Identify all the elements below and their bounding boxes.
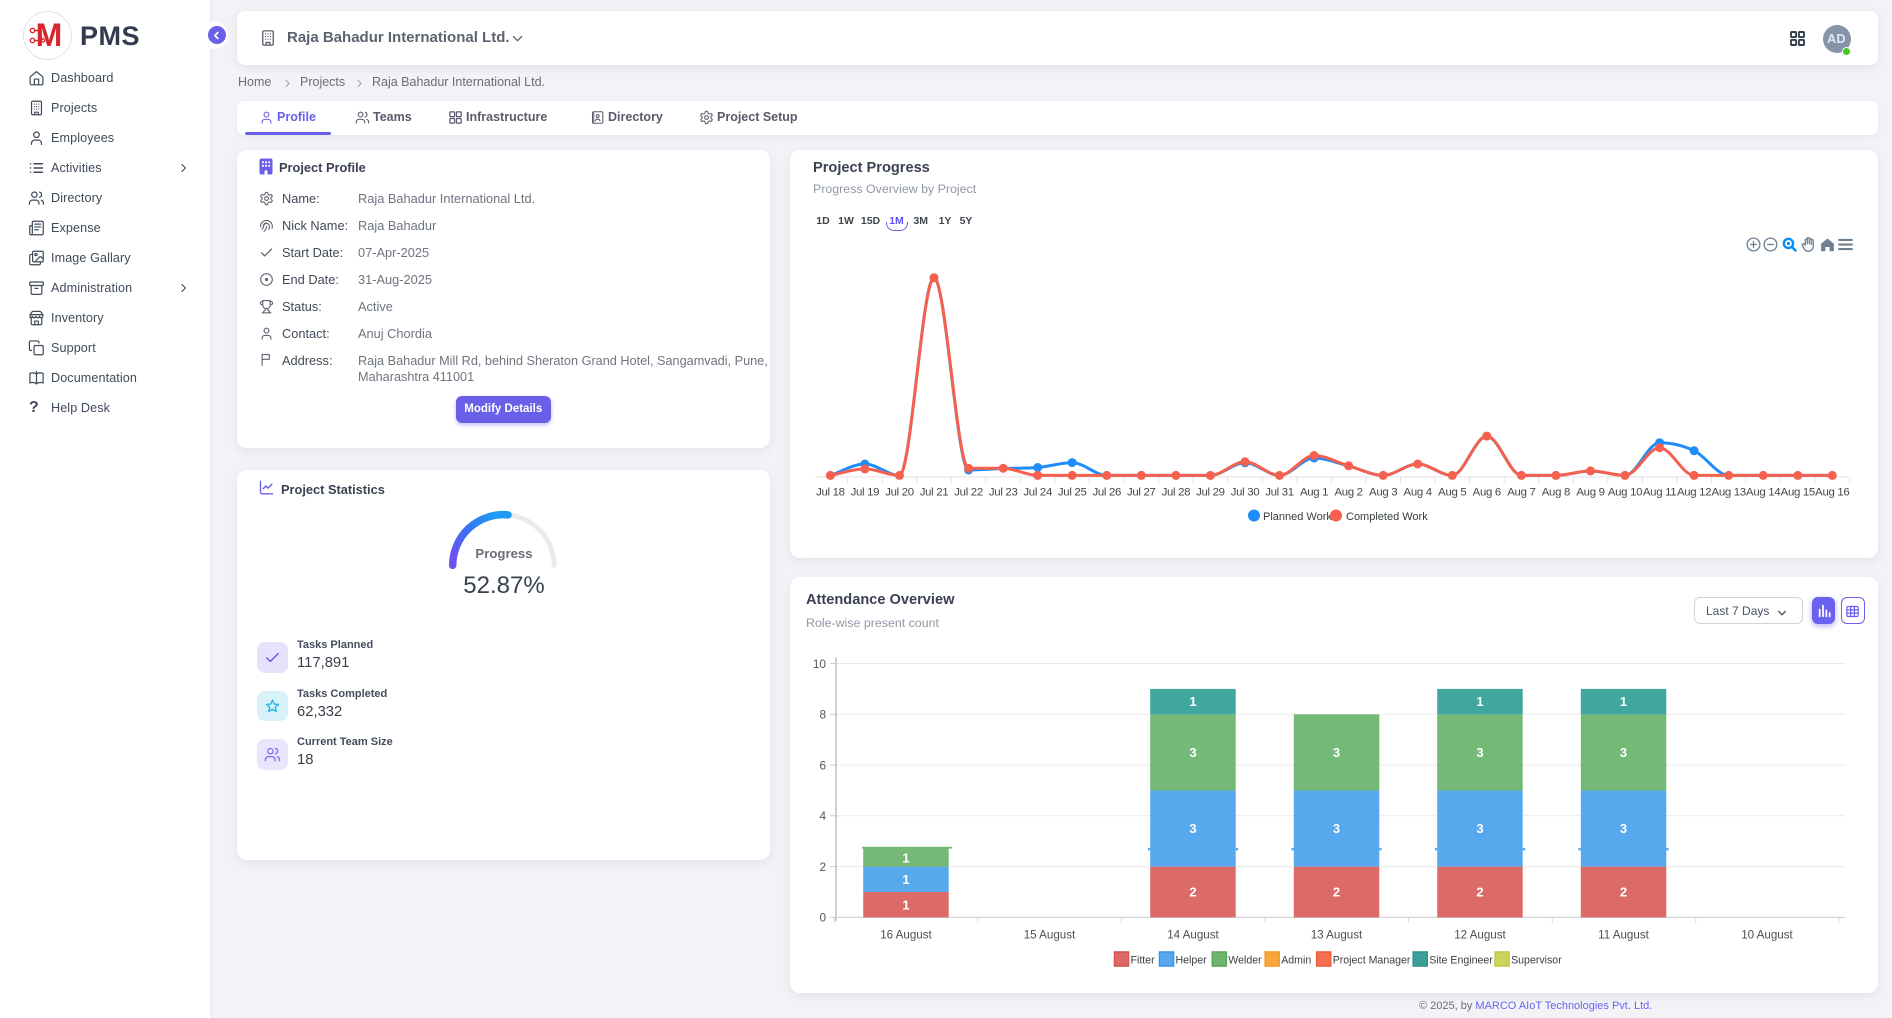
svg-text:Jul 25: Jul 25 — [1058, 487, 1087, 499]
svg-text:8: 8 — [819, 708, 826, 722]
svg-text:Aug 9: Aug 9 — [1576, 487, 1604, 499]
svg-text:3: 3 — [1620, 745, 1627, 760]
svg-text:Completed Work: Completed Work — [1346, 511, 1428, 523]
svg-text:Welder: Welder — [1228, 955, 1262, 967]
svg-text:Jul 24: Jul 24 — [1023, 487, 1052, 499]
svg-text:3: 3 — [1620, 821, 1627, 836]
svg-text:10 August: 10 August — [1741, 929, 1793, 942]
svg-text:Jul 22: Jul 22 — [954, 487, 983, 499]
svg-text:6: 6 — [819, 758, 826, 772]
svg-text:1: 1 — [1620, 694, 1627, 709]
svg-text:11 August: 11 August — [1598, 929, 1649, 942]
svg-text:Aug 6: Aug 6 — [1473, 487, 1501, 499]
svg-text:Aug 11: Aug 11 — [1643, 487, 1676, 499]
svg-text:Aug 5: Aug 5 — [1438, 487, 1466, 499]
svg-text:3: 3 — [1476, 821, 1483, 836]
svg-text:Aug 8: Aug 8 — [1542, 487, 1570, 499]
svg-text:Jul 20: Jul 20 — [885, 487, 914, 499]
svg-text:10: 10 — [813, 657, 827, 671]
svg-text:2: 2 — [819, 860, 826, 874]
svg-text:2: 2 — [1476, 885, 1483, 900]
svg-text:Helper: Helper — [1176, 955, 1208, 967]
svg-text:1: 1 — [902, 897, 909, 912]
svg-text:13 August: 13 August — [1311, 929, 1363, 942]
svg-text:16 August: 16 August — [880, 929, 932, 942]
svg-text:Planned Work: Planned Work — [1263, 511, 1332, 523]
svg-text:Jul 23: Jul 23 — [989, 487, 1018, 499]
svg-text:Fitter: Fitter — [1131, 955, 1156, 967]
svg-text:Aug 2: Aug 2 — [1334, 487, 1362, 499]
svg-text:3: 3 — [1476, 745, 1483, 760]
svg-text:1: 1 — [902, 872, 909, 887]
svg-text:Jul 29: Jul 29 — [1196, 487, 1225, 499]
svg-text:Project Manager: Project Manager — [1333, 955, 1411, 967]
svg-text:Aug 1: Aug 1 — [1300, 487, 1328, 499]
svg-text:Jul 26: Jul 26 — [1092, 487, 1121, 499]
svg-text:1: 1 — [902, 851, 909, 866]
svg-text:Jul 28: Jul 28 — [1162, 487, 1191, 499]
svg-text:Jul 21: Jul 21 — [920, 487, 949, 499]
svg-text:Aug 10: Aug 10 — [1608, 487, 1642, 499]
svg-text:Aug 15: Aug 15 — [1781, 487, 1815, 499]
svg-text:Aug 3: Aug 3 — [1369, 487, 1397, 499]
svg-text:Admin: Admin — [1281, 955, 1311, 967]
svg-text:4: 4 — [819, 809, 826, 823]
svg-text:Jul 31: Jul 31 — [1265, 487, 1294, 499]
svg-text:2: 2 — [1333, 885, 1340, 900]
svg-text:12 August: 12 August — [1454, 929, 1506, 942]
svg-text:Supervisor: Supervisor — [1511, 955, 1562, 967]
svg-text:1: 1 — [1476, 694, 1483, 709]
svg-text:2: 2 — [1620, 885, 1627, 900]
svg-text:Site Engineer: Site Engineer — [1429, 955, 1493, 967]
svg-text:Jul 27: Jul 27 — [1127, 487, 1156, 499]
svg-text:Aug 14: Aug 14 — [1746, 487, 1780, 499]
svg-text:Jul 18: Jul 18 — [816, 487, 845, 499]
svg-text:M: M — [36, 17, 63, 53]
svg-text:Aug 16: Aug 16 — [1815, 487, 1849, 499]
svg-text:Aug 7: Aug 7 — [1507, 487, 1535, 499]
svg-text:Jul 30: Jul 30 — [1231, 487, 1260, 499]
svg-text:3: 3 — [1333, 745, 1340, 760]
svg-text:15 August: 15 August — [1024, 929, 1076, 942]
svg-text:0: 0 — [819, 911, 826, 925]
svg-text:Aug 4: Aug 4 — [1404, 487, 1432, 499]
svg-text:2: 2 — [1189, 885, 1196, 900]
svg-text:14 August: 14 August — [1167, 929, 1219, 942]
svg-text:1: 1 — [1189, 694, 1196, 709]
svg-text:Aug 13: Aug 13 — [1712, 487, 1746, 499]
svg-text:Aug 12: Aug 12 — [1677, 487, 1711, 499]
svg-text:3: 3 — [1189, 745, 1196, 760]
svg-text:3: 3 — [1189, 821, 1196, 836]
svg-text:Jul 19: Jul 19 — [851, 487, 880, 499]
svg-text:3: 3 — [1333, 821, 1340, 836]
